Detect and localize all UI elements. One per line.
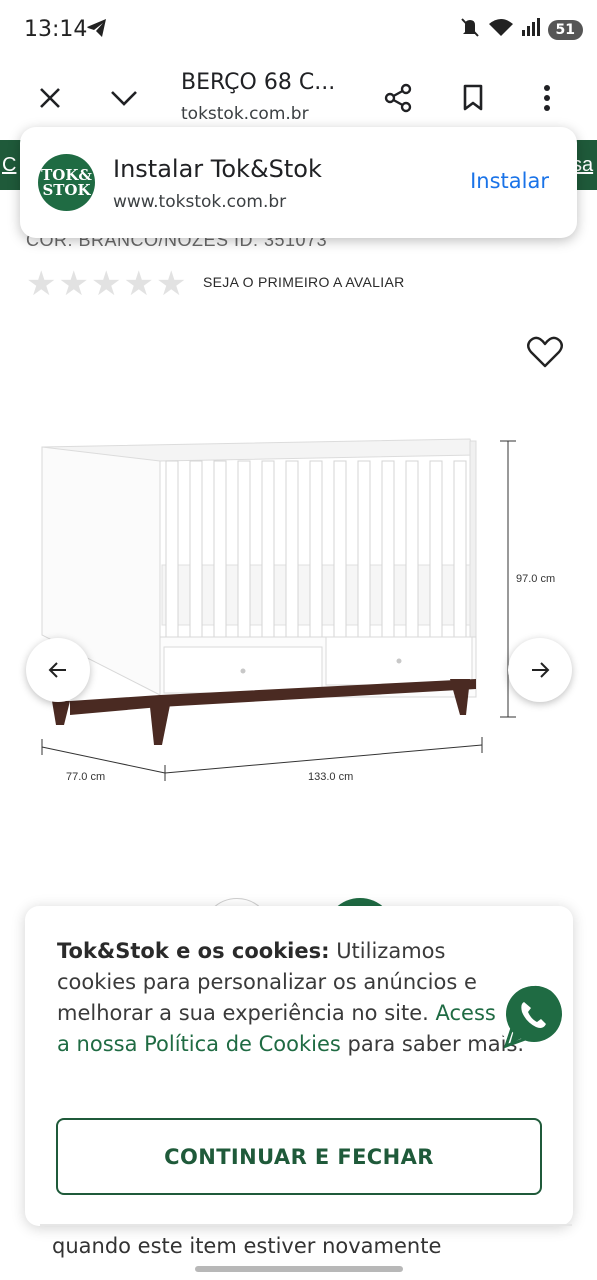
star-icon: ★ xyxy=(155,265,187,303)
whatsapp-icon[interactable] xyxy=(492,976,572,1056)
mute-icon xyxy=(459,16,481,43)
wifi-icon xyxy=(488,16,514,43)
cookie-title: Tok&Stok e os cookies: xyxy=(57,939,330,963)
back-in-stock-text: quando este item estiver novamente xyxy=(52,1234,442,1258)
close-icon[interactable] xyxy=(30,78,70,118)
more-options-icon[interactable] xyxy=(527,78,567,118)
star-icon: ★ xyxy=(123,265,154,303)
arrow-right-icon xyxy=(532,662,550,678)
tokstok-logo: TOK& STOK xyxy=(38,154,95,211)
cookie-banner: Tok&Stok e os cookies: Utilizamos cookie… xyxy=(25,906,573,1226)
arrow-left-icon xyxy=(48,662,66,678)
continue-and-close-button[interactable]: CONTINUAR E FECHAR xyxy=(56,1118,542,1195)
gesture-nav-bar[interactable] xyxy=(195,1266,403,1272)
install-app-banner[interactable]: TOK& STOK Instalar Tok&Stok www.tokstok.… xyxy=(20,127,577,238)
telegram-icon xyxy=(86,18,108,43)
bookmark-icon[interactable] xyxy=(453,78,493,118)
install-button[interactable]: Instalar xyxy=(470,169,549,193)
star-icon: ★ xyxy=(90,265,122,303)
browser-toolbar: BERÇO 68 C... tokstok.com.br xyxy=(0,60,597,136)
carousel-prev-button[interactable] xyxy=(26,638,90,702)
dimension-width: 133.0 cm xyxy=(308,771,354,783)
status-time: 13:14 xyxy=(24,17,88,42)
promo-left-text[interactable]: C xyxy=(2,154,16,177)
chevron-down-icon[interactable] xyxy=(104,78,144,118)
status-bar: 13:14 51 xyxy=(0,0,597,60)
review-link[interactable]: SEJA O PRIMEIRO A AVALIAR xyxy=(203,274,405,290)
carousel-next-button[interactable] xyxy=(508,638,572,702)
page-title: BERÇO 68 C... xyxy=(181,70,336,95)
star-icon: ★ xyxy=(58,265,89,303)
install-app-url: www.tokstok.com.br xyxy=(113,192,287,212)
signal-icon xyxy=(521,17,541,42)
logo-line-2: STOK xyxy=(42,180,91,199)
install-app-name: Instalar Tok&Stok xyxy=(113,155,322,183)
share-icon[interactable] xyxy=(378,78,418,118)
page-url: tokstok.com.br xyxy=(181,104,309,124)
status-icons: 51 xyxy=(459,16,583,43)
product-image: 97.0 cm 77.0 cm 133.0 cm xyxy=(30,425,570,795)
cookie-text: Tok&Stok e os cookies: Utilizamos cookie… xyxy=(57,936,527,1060)
dimension-depth: 77.0 cm xyxy=(66,771,106,783)
divider xyxy=(40,1224,572,1226)
rating-stars[interactable]: ★ ★ ★ ★ ★ xyxy=(26,266,186,302)
star-icon: ★ xyxy=(26,265,57,303)
heart-icon[interactable] xyxy=(526,334,564,370)
battery-icon: 51 xyxy=(547,19,583,40)
dimension-height: 97.0 cm xyxy=(516,573,556,585)
